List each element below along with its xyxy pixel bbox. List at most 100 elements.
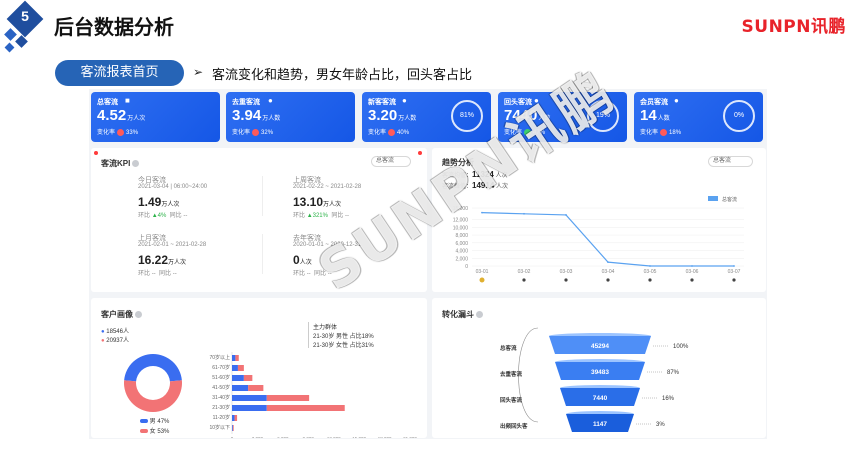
portrait-panel-title: 客户画像 bbox=[101, 309, 142, 320]
y-tick-label: 4,000 bbox=[455, 249, 468, 255]
x-tick-label: 03-02 bbox=[518, 269, 531, 275]
female-icon: ● bbox=[101, 338, 105, 344]
x-tick-label: 12,000 bbox=[327, 436, 341, 438]
down-arrow-icon bbox=[388, 128, 396, 136]
kpi-card-member[interactable]: 会员客流 ● 14人数 变化率 18% 0% bbox=[634, 92, 763, 142]
kpi-change-label: 变化率 bbox=[232, 130, 251, 136]
kpi-metric-select[interactable]: 总客流 bbox=[371, 156, 411, 167]
down-arrow-icon bbox=[117, 128, 125, 136]
bar-male bbox=[232, 385, 249, 391]
x-tick-label: 03-06 bbox=[686, 269, 699, 275]
weather-icon bbox=[606, 278, 610, 282]
kpi-change-label: 变化率 bbox=[640, 130, 659, 136]
y-tick-label: 31-40岁 bbox=[212, 394, 230, 401]
x-tick-label: 6,000 bbox=[277, 436, 289, 438]
tab-traffic-report-home[interactable]: 客流报表首页 bbox=[55, 60, 184, 86]
bar-male bbox=[232, 365, 238, 371]
data-point bbox=[691, 265, 693, 267]
data-point bbox=[607, 261, 609, 264]
y-tick-label: 0 bbox=[465, 264, 468, 270]
legend-male: 男 47% bbox=[140, 416, 169, 425]
bar-male bbox=[232, 375, 244, 381]
kpi-unit: 万人数 bbox=[262, 116, 281, 122]
divider bbox=[308, 322, 309, 348]
bar-male bbox=[232, 355, 236, 361]
kpi-block-range: 2021-02-22 ~ 2021-02-28 bbox=[293, 184, 362, 190]
people-icon: ● bbox=[268, 96, 273, 105]
kpi-block-range: 2021-03-04 | 06:00~24:00 bbox=[138, 184, 208, 190]
bar-male bbox=[232, 395, 267, 401]
divider bbox=[262, 234, 263, 274]
data-point bbox=[565, 214, 567, 216]
weather-icon bbox=[479, 277, 485, 283]
x-tick-label: 03-05 bbox=[644, 269, 657, 275]
pie-slice-male bbox=[124, 354, 182, 382]
people-icon: ■ bbox=[125, 96, 130, 105]
funnel-value: 1147 bbox=[593, 421, 607, 428]
weather-icon bbox=[648, 278, 652, 282]
series-line bbox=[481, 212, 734, 267]
kpi-card-unique[interactable]: 去重客流 ● 3.94万人数 变化率 32% bbox=[226, 92, 355, 142]
kpi-unit: 万人次 bbox=[127, 116, 146, 122]
bar-male bbox=[232, 405, 267, 411]
x-tick-label: 9,000 bbox=[303, 436, 315, 438]
x-tick-label: 0 bbox=[231, 436, 234, 438]
bar-female bbox=[266, 395, 310, 401]
legend-label: 总客流 bbox=[722, 196, 737, 203]
page-title: 后台数据分析 bbox=[54, 15, 174, 39]
down-arrow-icon bbox=[252, 128, 260, 136]
kpi-change: 18% bbox=[669, 130, 682, 136]
funnel-value: 45294 bbox=[591, 343, 609, 350]
kpi-label: 总客流 bbox=[97, 99, 118, 106]
kpi-label: 去重客流 bbox=[232, 99, 260, 106]
section-description: 客流变化和趋势，男女年龄占比，回头客占比 bbox=[212, 68, 473, 83]
kpi-block-value: 16.22万人次 bbox=[138, 253, 187, 267]
weather-icon bbox=[564, 278, 568, 282]
bar-female bbox=[232, 425, 234, 431]
funnel-stage-label: 去重客流 bbox=[500, 370, 523, 378]
help-icon[interactable] bbox=[132, 160, 140, 168]
funnel-value: 7440 bbox=[593, 395, 608, 402]
kpi-block-value: 13.10万人次 bbox=[293, 195, 342, 209]
age-bar-chart: 70岁以上 61-70岁 51-60岁 41-50岁 31-40岁 21-30岁 11-20… bbox=[209, 352, 417, 438]
kpi-block-value: 0人次 bbox=[293, 253, 312, 267]
trend-metric-select[interactable]: 总客流 bbox=[708, 156, 753, 167]
funnel-panel-title: 转化漏斗 bbox=[442, 309, 483, 320]
data-point bbox=[523, 212, 525, 215]
funnel-percent: 100% bbox=[673, 344, 689, 350]
kpi-block-compare: 环比 ▲4% 同比 -- bbox=[138, 213, 188, 219]
red-dot bbox=[418, 151, 422, 155]
funnel-percent: 3% bbox=[656, 422, 665, 428]
y-tick-label: 70岁以上 bbox=[209, 354, 230, 361]
x-tick-label: 03-03 bbox=[560, 269, 573, 275]
person-icon: ● bbox=[402, 96, 407, 105]
data-point bbox=[733, 265, 735, 267]
main-group-title: 主力群体 bbox=[313, 325, 338, 331]
bar-male bbox=[232, 425, 233, 431]
slide-number: 5 bbox=[21, 8, 29, 24]
weather-icon bbox=[522, 278, 526, 282]
help-icon[interactable] bbox=[135, 311, 142, 319]
funnel-stage-label: 回头客流 bbox=[500, 396, 523, 404]
kpi-card-total[interactable]: 总客流 ■ 4.52万人次 变化率 33% bbox=[91, 92, 220, 142]
kpi-change: 32% bbox=[261, 130, 274, 136]
ratio-ring: 0% bbox=[723, 100, 755, 132]
funnel-value: 39483 bbox=[591, 369, 609, 376]
kpi-panel-title: 客流KPI bbox=[101, 158, 140, 169]
bar-female bbox=[243, 375, 253, 381]
kpi-block-compare: 环比 -- 同比 -- bbox=[138, 271, 177, 277]
y-tick-label: 11-20岁 bbox=[213, 414, 230, 421]
y-tick-label: 61-70岁 bbox=[212, 364, 230, 371]
kpi-change-label: 变化率 bbox=[368, 130, 387, 136]
brand-logo: SUNPN讯鹏 bbox=[741, 17, 846, 37]
kpi-value: 3.94 bbox=[232, 107, 262, 124]
x-tick-label: 03-01 bbox=[476, 269, 489, 275]
kpi-label: 新客客流 bbox=[368, 99, 396, 106]
help-icon[interactable] bbox=[476, 311, 483, 319]
y-tick-label: 6,000 bbox=[455, 241, 468, 247]
funnel-stage-label: 出频回头客 bbox=[500, 422, 528, 430]
main-group-line2: 21-30岁 女性 占比31% bbox=[313, 343, 374, 349]
bar-female bbox=[235, 355, 239, 361]
x-tick-label: 15,000 bbox=[352, 436, 366, 438]
arrow-bullet-icon: ➢ bbox=[193, 65, 204, 79]
